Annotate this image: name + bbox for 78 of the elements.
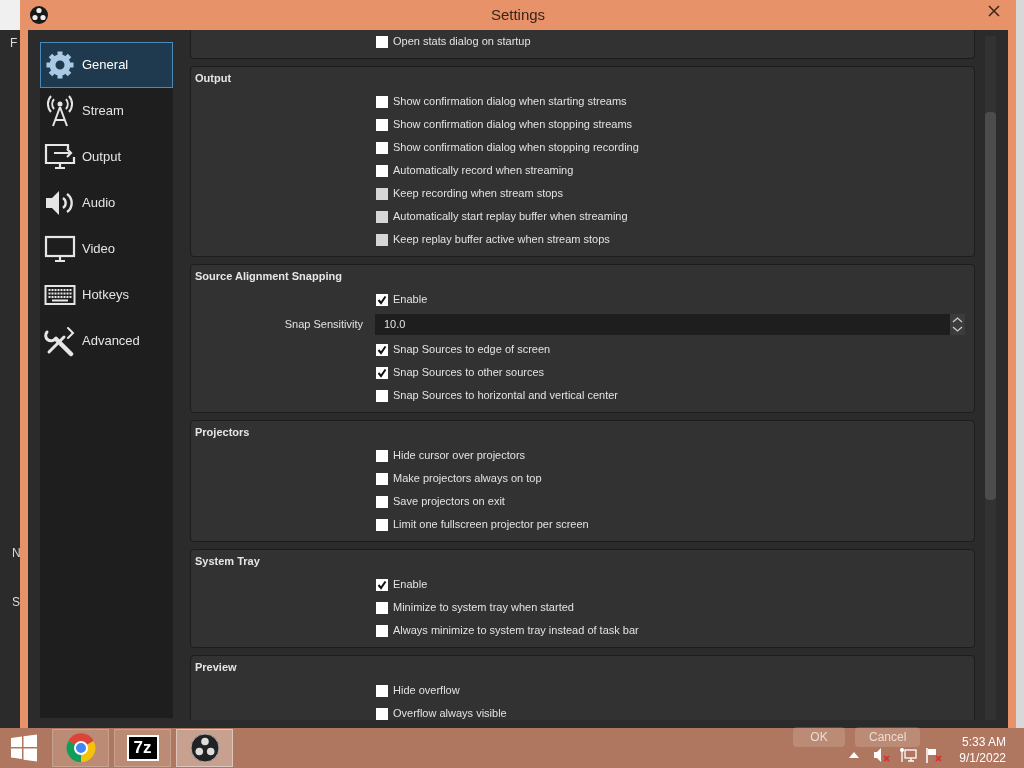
checkbox[interactable]	[376, 141, 388, 154]
checkbox[interactable]	[376, 389, 388, 402]
checkbox[interactable]	[376, 366, 388, 379]
checkbox-row[interactable]: Save projectors on exit	[191, 490, 974, 513]
group-title: Preview	[194, 660, 238, 674]
gear-icon	[44, 49, 76, 81]
obs-logo-icon	[189, 733, 220, 763]
7zip-logo: 7z	[126, 735, 159, 761]
checkbox-row[interactable]: Enable	[191, 573, 974, 596]
checkbox[interactable]	[376, 684, 388, 697]
clock-time[interactable]: 5:33 AM	[961, 734, 1006, 750]
checkbox[interactable]	[376, 95, 388, 108]
checkbox[interactable]	[376, 495, 388, 508]
checkbox-row[interactable]: Open stats dialog on startup	[191, 30, 974, 53]
window-title: Settings	[490, 4, 546, 25]
checkbox-row[interactable]: Snap Sources to edge of screen	[191, 338, 974, 361]
group-title: Projectors	[194, 425, 251, 439]
checkbox[interactable]	[376, 518, 388, 531]
antenna-tower-icon	[44, 95, 76, 127]
obs-logo-icon	[29, 5, 49, 25]
checkbox-row[interactable]: Automatically record when streaming	[191, 159, 974, 182]
sidebar-item[interactable]: Audio	[40, 180, 173, 226]
background-window-text: F	[10, 35, 18, 52]
check-icon	[377, 344, 387, 355]
checkbox[interactable]	[376, 707, 388, 720]
checkbox-row[interactable]: Always minimize to system tray instead of task bar	[191, 619, 974, 642]
field-label: Snap Sensitivity	[283, 317, 364, 333]
checkbox-row[interactable]: Snap Sources to horizontal and vertical center	[191, 384, 974, 407]
checkbox[interactable]	[376, 472, 388, 485]
check-icon	[377, 294, 387, 305]
chrome-logo-icon	[65, 733, 96, 763]
checkbox[interactable]	[376, 35, 388, 48]
checkbox-row[interactable]: Show confirmation dialog when stopping recording	[191, 136, 974, 159]
checkbox-row[interactable]: Show confirmation dialog when stopping streams	[191, 113, 974, 136]
sidebar-item[interactable]: General	[40, 42, 173, 88]
checkbox-row[interactable]: Make projectors always on top	[191, 467, 974, 490]
checkbox[interactable]	[376, 601, 388, 614]
checkbox-row[interactable]: Limit one fullscreen projector per screen	[191, 513, 974, 536]
scrollbar[interactable]	[985, 36, 996, 720]
checkbox[interactable]	[376, 578, 388, 591]
check-icon	[377, 367, 387, 378]
checkbox-row[interactable]: Overflow always visible	[191, 702, 974, 720]
windows-logo-icon[interactable]	[10, 734, 38, 762]
taskbar-app-button[interactable]	[176, 729, 233, 767]
scrollbar-thumb[interactable]	[985, 112, 996, 500]
checkbox-row[interactable]: Snap Sources to other sources	[191, 361, 974, 384]
clock-date[interactable]: 9/1/2022	[959, 750, 1006, 766]
checkbox[interactable]	[376, 449, 388, 462]
close-icon	[988, 5, 1000, 17]
sidebar-item[interactable]: Advanced	[40, 318, 173, 364]
checkbox[interactable]	[376, 343, 388, 356]
checkbox-row[interactable]: Hide cursor over projectors	[191, 444, 974, 467]
background-window-text: S	[12, 594, 20, 611]
taskbar-app-button[interactable]: 7z	[114, 729, 171, 767]
show-hidden-icons-icon[interactable]	[849, 752, 860, 758]
group-title: Output	[194, 71, 233, 85]
checkbox[interactable]	[376, 293, 388, 306]
sidebar-item[interactable]: Hotkeys	[40, 272, 173, 318]
checkbox-row[interactable]: Hide overflow	[191, 679, 974, 702]
group-title: Source Alignment Snapping	[194, 269, 343, 283]
sidebar-item[interactable]: Video	[40, 226, 173, 272]
checkbox-row[interactable]: Minimize to system tray when started	[191, 596, 974, 619]
checkbox[interactable]	[376, 624, 388, 637]
monitor-icon	[44, 233, 76, 265]
group-title: System Tray	[194, 554, 261, 568]
flag-icon[interactable]	[925, 747, 944, 763]
wrench-screwdriver-icon	[44, 325, 76, 357]
spin-arrows-icon[interactable]	[950, 314, 965, 335]
network-icon[interactable]	[899, 747, 918, 763]
check-icon	[377, 579, 387, 590]
checkbox-row[interactable]: Enable	[191, 288, 974, 311]
checkbox-row[interactable]: Show confirmation dialog when starting streams	[191, 90, 974, 113]
speaker-muted-icon[interactable]	[873, 747, 892, 763]
background-window-text: N	[12, 545, 21, 562]
checkbox[interactable]	[376, 164, 388, 177]
checkbox[interactable]	[376, 118, 388, 131]
sidebar-item[interactable]: Output	[40, 134, 173, 180]
sidebar-item[interactable]: Stream	[40, 88, 173, 134]
